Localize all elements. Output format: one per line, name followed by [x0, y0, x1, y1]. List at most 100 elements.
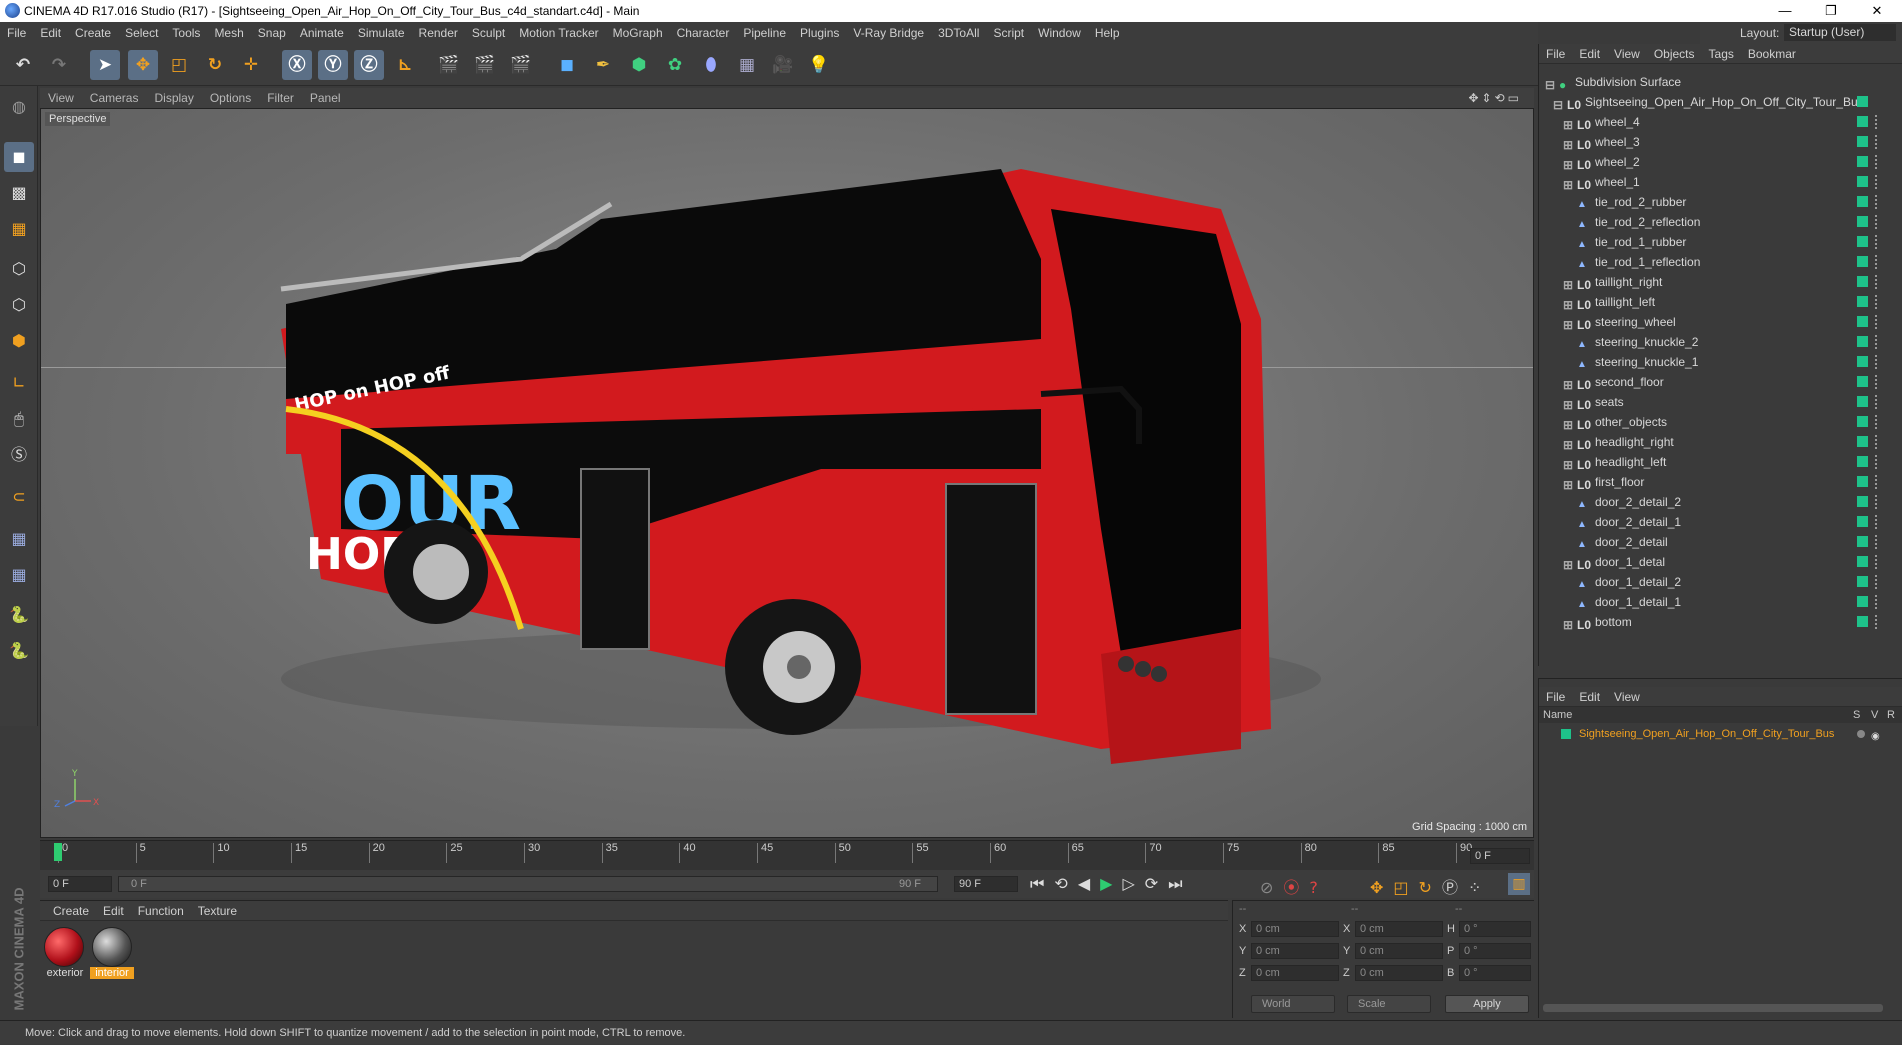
object-row[interactable]: ▲ door_2_detail_1 — [1539, 512, 1902, 532]
layer-row[interactable]: Sightseeing_Open_Air_Hop_On_Off_City_Tou… — [1539, 725, 1902, 743]
key-filter-controls[interactable]: ✥◰↻Ⓟ⁘ — [1370, 874, 1491, 898]
object-row[interactable]: ▲ door_2_detail_2 — [1539, 492, 1902, 512]
solo-dot-icon[interactable] — [1857, 730, 1865, 738]
coord-scale-select[interactable]: Scale — [1347, 995, 1431, 1013]
viewport-nav-icons[interactable]: ✥⇕⟲▭ — [1460, 88, 1530, 108]
object-row[interactable]: ▲ tie_rod_2_reflection — [1539, 212, 1902, 232]
enabled-check-icon[interactable] — [1857, 416, 1868, 427]
enabled-check-icon[interactable] — [1857, 176, 1868, 187]
menu-pipeline[interactable]: Pipeline — [736, 22, 793, 44]
menu-plugins[interactable]: Plugins — [793, 22, 846, 44]
om-menu-view[interactable]: View — [1607, 44, 1647, 64]
visibility-dots-icon[interactable] — [1875, 155, 1880, 169]
next-frame-icon[interactable]: ▷ — [1122, 874, 1144, 893]
menu-animate[interactable]: Animate — [293, 22, 351, 44]
menu-window[interactable]: Window — [1031, 22, 1088, 44]
timeline-window-button[interactable]: ▥ — [1508, 873, 1530, 895]
visibility-dots-icon[interactable] — [1875, 135, 1880, 149]
object-row[interactable]: ▲ steering_knuckle_2 — [1539, 332, 1902, 352]
visibility-eye-icon[interactable]: ◉ — [1871, 728, 1880, 746]
prev-frame-icon[interactable]: ◀ — [1078, 874, 1100, 893]
enabled-check-icon[interactable] — [1857, 596, 1868, 607]
start-frame-field[interactable]: 0 F — [48, 876, 112, 892]
python-script-1-button[interactable]: 🐍 — [4, 600, 34, 630]
object-row[interactable]: ⊞ L0 other_objects — [1539, 412, 1902, 432]
visibility-dots-icon[interactable] — [1875, 435, 1880, 449]
menu-mesh[interactable]: Mesh — [207, 22, 250, 44]
end-frame-field[interactable]: 90 F — [954, 876, 1018, 892]
menu-select[interactable]: Select — [118, 22, 165, 44]
visibility-dots-icon[interactable] — [1875, 375, 1880, 389]
coord-size-field[interactable]: 0 cm — [1355, 965, 1443, 981]
menu-mograph[interactable]: MoGraph — [606, 22, 670, 44]
playback-controls[interactable]: ⏮⟲◀▶▷⟳⏭ — [1030, 874, 1193, 894]
menu-sculpt[interactable]: Sculpt — [465, 22, 512, 44]
coord-mode-select[interactable]: World — [1251, 995, 1335, 1013]
coord-position-field[interactable]: 0 cm — [1251, 965, 1339, 981]
menu-edit[interactable]: Edit — [33, 22, 68, 44]
object-row[interactable]: ▲ tie_rod_1_rubber — [1539, 232, 1902, 252]
visibility-dots-icon[interactable] — [1875, 535, 1880, 549]
enabled-check-icon[interactable] — [1857, 376, 1868, 387]
polygons-mode-button[interactable]: ⬢ — [4, 326, 34, 356]
camera-button[interactable]: 🎥 — [768, 50, 798, 80]
menu-help[interactable]: Help — [1088, 22, 1127, 44]
floor-button[interactable]: ▦ — [732, 50, 762, 80]
enabled-check-icon[interactable] — [1857, 116, 1868, 127]
visibility-dots-icon[interactable] — [1875, 175, 1880, 189]
enabled-check-icon[interactable] — [1857, 536, 1868, 547]
visibility-dots-icon[interactable] — [1875, 575, 1880, 589]
coord-size-field[interactable]: 0 cm — [1355, 921, 1443, 937]
enabled-check-icon[interactable] — [1857, 296, 1868, 307]
om-menu-tags[interactable]: Tags — [1702, 44, 1741, 64]
apply-button[interactable]: Apply — [1445, 995, 1529, 1013]
visibility-dots-icon[interactable] — [1875, 515, 1880, 529]
om-menu-bookmarks[interactable]: Bookmar — [1741, 44, 1803, 64]
visibility-dots-icon[interactable] — [1875, 315, 1880, 329]
visibility-dots-icon[interactable] — [1875, 475, 1880, 489]
object-row[interactable]: ▲ tie_rod_2_rubber — [1539, 192, 1902, 212]
viewport-menu-panel[interactable]: Panel — [302, 88, 349, 108]
visibility-dots-icon[interactable] — [1875, 555, 1880, 569]
3d-viewport[interactable]: Perspective HOP on HOP off OUR HOP Y X Z… — [40, 108, 1534, 838]
object-row[interactable]: ⊞ L0 wheel_1 — [1539, 172, 1902, 192]
timeline-ruler[interactable]: 0 5 10 15 20 25 30 35 40 45 50 55 60 65 70 75 80 85 90 0 F — [40, 840, 1534, 870]
enabled-check-icon[interactable] — [1857, 236, 1868, 247]
visibility-dots-icon[interactable] — [1875, 335, 1880, 349]
render-view-button[interactable]: 🎬 — [434, 50, 464, 80]
workplane-mode-button[interactable]: ▦ — [4, 214, 34, 244]
object-row[interactable]: ⊞ L0 seats — [1539, 392, 1902, 412]
deformer-button[interactable]: ⬮ — [696, 50, 726, 80]
mm-menu-function[interactable]: Function — [131, 901, 191, 921]
object-row[interactable]: ⊞ L0 first_floor — [1539, 472, 1902, 492]
object-row[interactable]: ⊞ L0 door_1_detal — [1539, 552, 1902, 572]
enabled-check-icon[interactable] — [1857, 336, 1868, 347]
coord-rotation-field[interactable]: 0 ° — [1459, 921, 1531, 937]
enabled-check-icon[interactable] — [1857, 556, 1868, 567]
object-row[interactable]: ⊞ L0 wheel_3 — [1539, 132, 1902, 152]
menu-snap[interactable]: Snap — [251, 22, 293, 44]
om-menu-file[interactable]: File — [1539, 44, 1572, 64]
enabled-check-icon[interactable] — [1857, 136, 1868, 147]
snap-button[interactable]: ⊂ — [4, 482, 34, 512]
viewport-menu-options[interactable]: Options — [202, 88, 259, 108]
mm-menu-edit[interactable]: Edit — [96, 901, 131, 921]
layout-value[interactable]: Startup (User) — [1784, 24, 1896, 41]
playhead[interactable] — [54, 843, 62, 861]
viewport-menu-cameras[interactable]: Cameras — [82, 88, 147, 108]
coord-position-field[interactable]: 0 cm — [1251, 943, 1339, 959]
prev-key-icon[interactable]: ⟲ — [1054, 874, 1077, 893]
viewport-menu-view[interactable]: View — [40, 88, 82, 108]
goto-end-icon[interactable]: ⏭ — [1168, 874, 1192, 893]
subdivision-button[interactable]: ⬢ — [624, 50, 654, 80]
object-row[interactable]: ⊞ L0 headlight_right — [1539, 432, 1902, 452]
menu-vray-bridge[interactable]: V-Ray Bridge — [846, 22, 931, 44]
om-menu-objects[interactable]: Objects — [1647, 44, 1702, 64]
enabled-check-icon[interactable] — [1857, 96, 1868, 107]
visibility-dots-icon[interactable] — [1875, 415, 1880, 429]
key-param-icon[interactable]: Ⓟ — [1442, 878, 1468, 897]
visibility-dots-icon[interactable] — [1875, 195, 1880, 209]
material-interior[interactable]: interior — [90, 927, 134, 985]
lm-menu-view[interactable]: View — [1607, 687, 1647, 707]
menu-motion-tracker[interactable]: Motion Tracker — [512, 22, 605, 44]
